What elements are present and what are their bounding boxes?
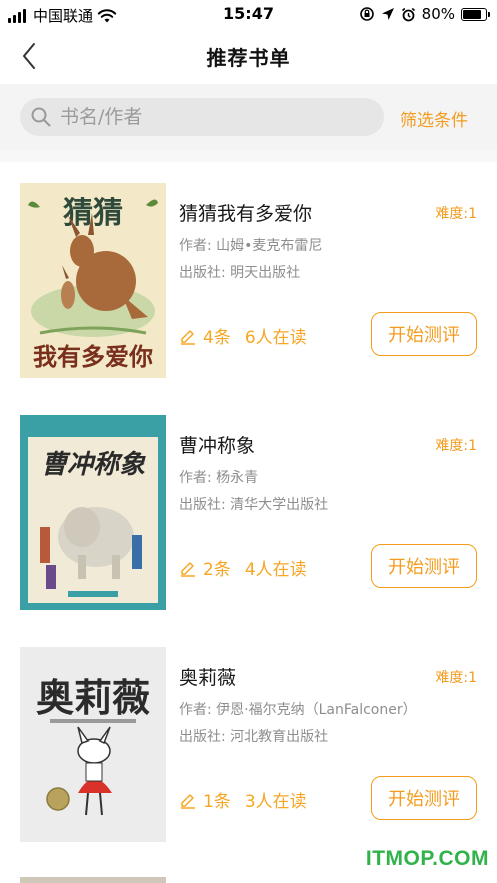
review-count: 1条 — [203, 792, 231, 812]
pencil-icon — [181, 561, 195, 577]
review-count: 4条 — [203, 328, 231, 348]
book-title[interactable]: 曹冲称象 — [179, 431, 255, 458]
difficulty-badge: 难度:1 — [435, 206, 477, 222]
nav-bar: 推荐书单 — [0, 32, 497, 80]
section-divider — [0, 150, 497, 162]
book-list-item[interactable]: 奥莉薇 奥莉薇 难度:1 作者: 伊恩·福尔克纳（LanFalconer） 出版… — [0, 647, 497, 847]
review-count: 2条 — [203, 560, 231, 580]
alarm-icon — [401, 7, 415, 21]
book-stats: 2条 4人在读 — [179, 555, 307, 580]
start-assessment-button[interactable]: 开始测评 — [371, 776, 477, 820]
difficulty-badge: 难度:1 — [435, 438, 477, 454]
book-publisher: 出版社: 清华大学出版社 — [179, 497, 329, 513]
book-cover[interactable]: 猜猜 我有多爱你 — [20, 183, 166, 378]
book-title[interactable]: 奥莉薇 — [179, 663, 236, 690]
cover-title: 奥莉薇 — [36, 676, 150, 720]
reader-count: 3人在读 — [244, 792, 307, 812]
battery-icon — [461, 7, 490, 21]
pencil-icon — [181, 329, 195, 345]
pencil-icon — [181, 793, 195, 809]
start-assessment-button[interactable]: 开始测评 — [371, 544, 477, 588]
book-publisher: 出版社: 明天出版社 — [179, 265, 301, 281]
status-bar: 中国联通 15:47 80% — [0, 0, 497, 30]
book-stats: 4条 6人在读 — [179, 323, 307, 348]
book-stats: 1条 3人在读 — [179, 787, 307, 812]
page-title: 推荐书单 — [206, 46, 291, 70]
status-right: 80% — [359, 5, 490, 23]
reader-count: 4人在读 — [244, 560, 307, 580]
next-book-cover-peek — [20, 877, 166, 883]
search-input[interactable] — [60, 106, 360, 128]
battery-percent: 80% — [421, 5, 455, 23]
cover-image-cao-chong: 曹冲称象 — [20, 415, 166, 610]
search-bar-area: 筛选条件 — [0, 84, 497, 150]
watermark: ITMOP.COM — [365, 847, 489, 870]
cover-title: 曹冲称象 — [41, 450, 146, 480]
book-publisher: 出版社: 河北教育出版社 — [179, 729, 329, 745]
rotation-lock-icon — [359, 7, 374, 21]
book-cover[interactable]: 奥莉薇 — [20, 647, 166, 842]
search-box[interactable] — [20, 98, 384, 136]
book-list-item[interactable]: 猜猜 我有多爱你 猜猜我有多爱你 难度:1 作者: 山姆•麦克布雷尼 出版社: … — [0, 183, 497, 383]
book-author: 作者: 山姆•麦克布雷尼 — [179, 238, 323, 254]
book-list-item[interactable]: 曹冲称象 曹冲称象 难度:1 作者: 杨永青 出版社: 清华大学出版社 2条 4… — [0, 415, 497, 615]
book-title[interactable]: 猜猜我有多爱你 — [179, 199, 312, 226]
reader-count: 6人在读 — [244, 328, 307, 348]
location-icon — [381, 8, 394, 20]
cover-title-bottom: 我有多爱你 — [33, 342, 153, 371]
cover-image-olivia: 奥莉薇 — [20, 647, 166, 842]
start-assessment-button[interactable]: 开始测评 — [371, 312, 477, 356]
cover-image-guess-how-much: 猜猜 我有多爱你 — [20, 183, 166, 378]
book-author: 作者: 杨永青 — [179, 470, 259, 486]
difficulty-badge: 难度:1 — [435, 670, 477, 686]
book-cover[interactable]: 曹冲称象 — [20, 415, 166, 610]
filter-button[interactable]: 筛选条件 — [400, 106, 468, 131]
book-author: 作者: 伊恩·福尔克纳（LanFalconer） — [179, 702, 417, 718]
search-icon — [31, 107, 51, 127]
